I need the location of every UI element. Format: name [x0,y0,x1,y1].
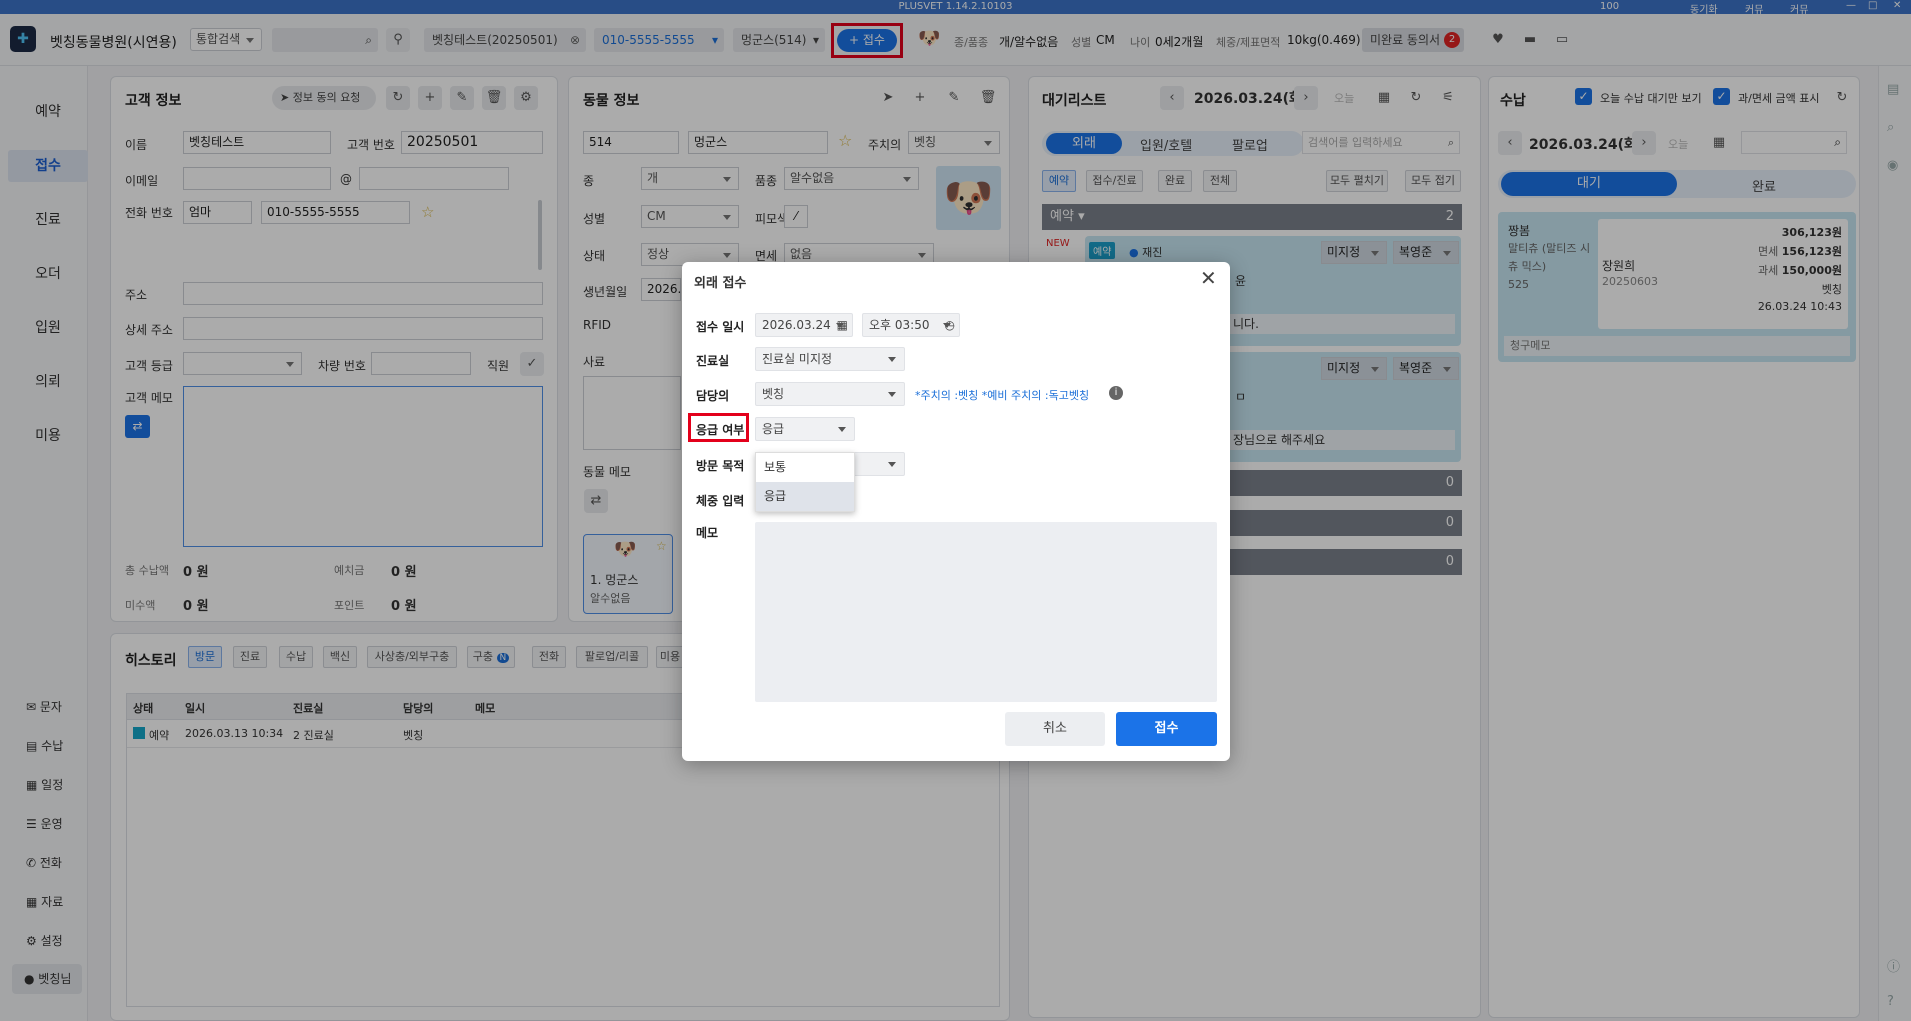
modal-title: 외래 접수 [694,276,747,291]
date-input[interactable]: 2026.03.24 ▦ [755,313,853,337]
close-icon[interactable]: ✕ [1200,266,1217,290]
submit-button[interactable]: 접수 [1116,712,1217,746]
weight-label: 체중 입력 [696,494,745,508]
urgent-select[interactable]: 응급 [755,417,855,441]
memo-textarea[interactable] [755,522,1217,702]
urgent-dropdown-menu: 보통 응급 [755,452,855,512]
time-input[interactable]: 오후 03:50 ◷ [862,313,960,337]
doctor-label: 담당의 [696,389,730,403]
outpatient-reception-modal: 외래 접수 ✕ 접수 일시 2026.03.24 ▦ 오후 03:50 ◷ 진료실 … [682,262,1230,761]
info-icon[interactable]: i [1109,386,1123,400]
date-label: 접수 일시 [696,320,745,334]
doctor-select[interactable]: 벳칭 [755,382,905,406]
date-value: 2026.03.24 [762,318,831,332]
option-normal[interactable]: 보통 [756,453,854,482]
clock-icon: ◷ [944,318,955,332]
memo-label: 메모 [696,526,719,540]
urgent-label: 응급 여부 [696,423,745,437]
calendar-icon: ▦ [836,318,848,332]
time-value: 오후 03:50 [869,318,930,332]
room-label: 진료실 [696,354,730,368]
cancel-button[interactable]: 취소 [1005,712,1105,746]
room-select[interactable]: 진료실 미지정 [755,347,905,371]
purpose-label: 방문 목적 [696,459,745,473]
option-urgent[interactable]: 응급 [756,482,854,511]
doctor-note: *주치의 :벳칭 *예비 주치의 :독고벳칭 [915,389,1090,402]
